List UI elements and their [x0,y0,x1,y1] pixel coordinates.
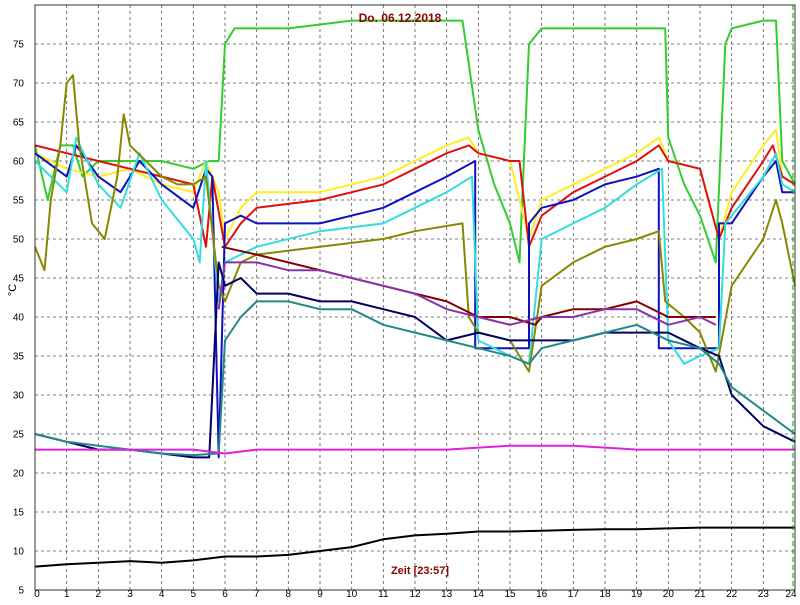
x-tick-label: 23 [758,589,770,600]
x-tick-label: 21 [694,589,706,600]
x-tick-label: 4 [159,589,165,600]
x-tick-label: 7 [254,589,260,600]
x-tick-label: 16 [536,589,548,600]
x-tick-label: 20 [663,589,675,600]
y-tick-label: 55 [13,196,25,207]
x-tick-label: 19 [631,589,643,600]
y-tick-label: 35 [13,352,25,363]
chart-background [0,0,800,600]
y-tick-label: 15 [13,508,25,519]
y-tick-label: 10 [13,547,25,558]
chart-title: Do. 06.12.2018 [359,11,442,25]
y-tick-label: 25 [13,430,25,441]
y-axis-label: °C [7,284,19,296]
temperature-chart: 0 1 2 3 4 5 6 7 8 9 10 11 12 13 14 15 16 17 18 19 20 21 22 23 24… [0,0,800,600]
x-tick-label: 13 [441,589,453,600]
x-tick-label: 2 [96,589,102,600]
y-tick-label: 65 [13,118,25,129]
x-tick-label: 9 [317,589,323,600]
x-tick-label: 17 [568,589,580,600]
x-tick-label: 12 [409,589,421,600]
y-tick-label: 40 [13,313,25,324]
x-tick-label: 15 [504,589,516,600]
x-tick-label: 8 [286,589,292,600]
y-tick-label: 70 [13,79,25,90]
x-tick-label: 18 [599,589,611,600]
x-tick-label: 22 [726,589,738,600]
x-tick-label: 14 [473,589,485,600]
y-tick-label: 45 [13,274,25,285]
y-tick-label: 75 [13,40,25,51]
chart-canvas: 0 1 2 3 4 5 6 7 8 9 10 11 12 13 14 15 16 17 18 19 20 21 22 23 24… [0,0,800,600]
x-tick-label: 3 [127,589,133,600]
x-tick-label: 0 [34,589,40,600]
x-axis-label: Zeit [23:57] [391,565,449,577]
y-tick-label: 30 [13,391,25,402]
x-tick-label: 6 [222,589,228,600]
y-tick-label: 20 [13,469,25,480]
x-tick-label: 11 [378,589,389,600]
y-tick-label: 60 [13,157,25,168]
y-tick-label: 5 [18,586,24,597]
x-tick-label: 10 [346,589,358,600]
x-tick-label: 1 [64,589,70,600]
x-tick-label: 24 [785,589,797,600]
y-tick-label: 50 [13,235,25,246]
x-tick-label: 5 [191,589,197,600]
